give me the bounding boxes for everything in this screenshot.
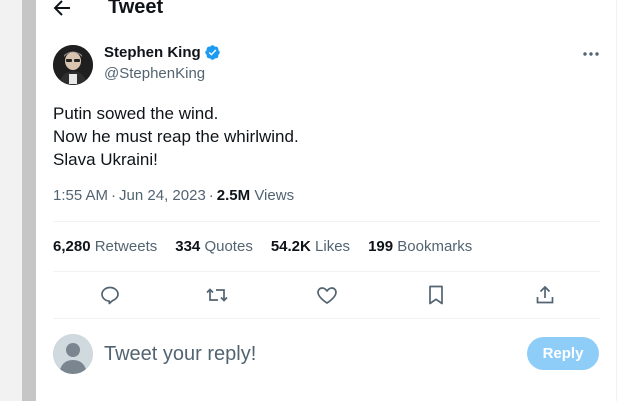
page-header: Tweet [36, 0, 616, 20]
verified-badge-icon[interactable] [204, 44, 221, 61]
quotes-label: Quotes [204, 238, 253, 255]
reply-icon [101, 286, 119, 305]
more-options-button[interactable] [580, 44, 602, 64]
separator: · [208, 187, 214, 204]
bookmarks-stat[interactable]: 199 Bookmarks [368, 238, 472, 255]
page-title: Tweet [108, 0, 164, 18]
tweet-text-line: Putin sowed the wind. [53, 104, 219, 123]
reply-avatar[interactable] [53, 334, 93, 374]
separator: · [111, 187, 117, 204]
engagement-stats: 6,280 Retweets 334 Quotes 54.2K Likes 19… [53, 238, 490, 255]
tweet-actions-bar [36, 283, 616, 307]
likes-stat[interactable]: 54.2K Likes [271, 238, 350, 255]
tweet-date[interactable]: Jun 24, 2023 [119, 187, 206, 204]
views-label: Views [254, 187, 295, 204]
tweet-detail-column: Tweet Stephen King @StephenKing Putin so… [36, 0, 616, 401]
divider [53, 318, 600, 319]
likes-count: 54.2K [270, 238, 311, 255]
scrollbar-track[interactable] [22, 0, 36, 401]
author-display-name[interactable]: Stephen King [104, 44, 201, 61]
like-icon [317, 287, 337, 304]
views-count: 2.5M [216, 187, 251, 204]
author-handle[interactable]: @StephenKing [104, 65, 205, 82]
back-button[interactable] [50, 0, 74, 20]
default-avatar-icon [53, 334, 93, 374]
avatar[interactable] [53, 45, 93, 85]
reply-input[interactable] [104, 341, 504, 367]
profile-photo [53, 45, 93, 85]
bookmarks-count: 199 [368, 238, 394, 255]
reply-submit-button[interactable]: Reply [527, 337, 599, 370]
reply-button[interactable] [98, 283, 122, 307]
retweets-stat[interactable]: 6,280 Retweets [53, 238, 157, 255]
share-icon [536, 285, 554, 304]
retweets-count: 6,280 [53, 238, 91, 255]
retweets-label: Retweets [94, 238, 158, 255]
more-horizontal-icon [583, 52, 599, 56]
tweet-text-line: Now he must reap the whirlwind. [53, 127, 299, 146]
tweet-text: Putin sowed the wind. Now he must reap t… [53, 102, 299, 171]
arrow-left-icon [53, 0, 70, 16]
likes-label: Likes [315, 238, 351, 255]
share-button[interactable] [533, 283, 557, 307]
column-border [616, 0, 617, 401]
retweet-icon [206, 288, 228, 302]
like-button[interactable] [315, 283, 339, 307]
quotes-count: 334 [175, 238, 201, 255]
author-name-row: Stephen King [104, 44, 221, 61]
bookmark-icon [429, 285, 443, 305]
bookmark-button[interactable] [424, 283, 448, 307]
tweet-metadata: 1:55 AM · Jun 24, 2023 · 2.5M Views [53, 187, 294, 204]
quotes-stat[interactable]: 334 Quotes [175, 238, 253, 255]
tweet-time[interactable]: 1:55 AM [53, 187, 108, 204]
divider [53, 221, 600, 222]
bookmarks-label: Bookmarks [397, 238, 473, 255]
divider [53, 271, 600, 272]
tweet-text-line: Slava Ukraini! [53, 150, 158, 169]
retweet-button[interactable] [205, 283, 229, 307]
left-rail [0, 0, 22, 401]
